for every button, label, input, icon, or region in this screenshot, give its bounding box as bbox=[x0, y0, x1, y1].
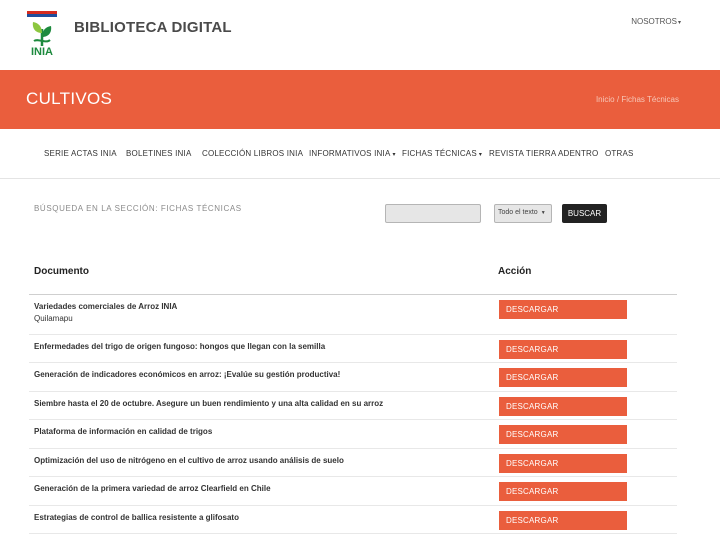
nav-item-coleccion-libros[interactable]: COLECCIÓN LIBROS INIA bbox=[202, 149, 303, 158]
download-button[interactable]: DESCARGAR bbox=[499, 425, 627, 444]
nav-item-serie-actas[interactable]: SERIE ACTAS INIA bbox=[44, 149, 117, 158]
nosotros-label: NOSOTROS bbox=[631, 17, 677, 26]
section-banner: CULTIVOS Inicio / Fichas Técnicas bbox=[0, 70, 720, 129]
document-title[interactable]: Optimización del uso de nitrógeno en el … bbox=[34, 456, 344, 465]
page-title: CULTIVOS bbox=[26, 89, 113, 108]
top-header: INIA BIBLIOTECA DIGITAL NOSOTROS▾ bbox=[0, 0, 720, 70]
download-button[interactable]: DESCARGAR bbox=[499, 511, 627, 530]
chevron-down-icon: ▾ bbox=[392, 152, 396, 158]
flag-stripe-blue bbox=[27, 14, 57, 17]
nav-item-fichas-tecnicas[interactable]: FICHAS TÉCNICAS ▾ bbox=[402, 149, 482, 158]
table-row: Plataforma de información en calidad de … bbox=[29, 420, 677, 449]
search-scope-value: Todo el texto bbox=[498, 209, 538, 216]
nav-item-label: COLECCIÓN LIBROS INIA bbox=[202, 149, 304, 158]
logo-text: INIA bbox=[31, 46, 53, 58]
chevron-down-icon: ▼ bbox=[540, 210, 546, 216]
download-button[interactable]: DESCARGAR bbox=[499, 482, 627, 501]
nav-item-label: SERIE ACTAS INIA bbox=[44, 149, 117, 158]
breadcrumb: Inicio / Fichas Técnicas bbox=[596, 95, 679, 104]
main-nav: SERIE ACTAS INIA BOLETINES INIA COLECCIÓ… bbox=[0, 130, 720, 179]
breadcrumb-current: Fichas Técnicas bbox=[621, 95, 679, 104]
search-button[interactable]: BUSCAR bbox=[562, 204, 607, 223]
document-title[interactable]: Enfermedades del trigo de origen fungoso… bbox=[34, 342, 325, 351]
document-subtitle: Quilamapu bbox=[34, 314, 73, 323]
table-row: Generación de indicadores económicos en … bbox=[29, 363, 677, 392]
table-row: Estrategias de control de ballica resist… bbox=[29, 506, 677, 534]
download-button[interactable]: DESCARGAR bbox=[499, 454, 627, 473]
table-row: Optimización del uso de nitrógeno en el … bbox=[29, 449, 677, 477]
document-title[interactable]: Siembre hasta el 20 de octubre. Asegure … bbox=[34, 399, 383, 408]
nav-item-otras[interactable]: OTRAS bbox=[605, 149, 634, 158]
chevron-down-icon: ▾ bbox=[677, 20, 681, 26]
search-input[interactable] bbox=[385, 204, 481, 223]
nav-item-revista-tierra-adentro[interactable]: REVISTA TIERRA ADENTRO bbox=[489, 149, 598, 158]
nav-item-label: INFORMATIVOS INIA bbox=[309, 149, 391, 158]
search-scope-select[interactable]: Todo el texto ▼ bbox=[494, 204, 552, 223]
download-button[interactable]: DESCARGAR bbox=[499, 397, 627, 416]
nav-item-label: FICHAS TÉCNICAS bbox=[402, 149, 477, 158]
table-row: Variedades comerciales de Arroz INIA Qui… bbox=[29, 295, 677, 335]
download-button[interactable]: DESCARGAR bbox=[499, 300, 627, 319]
nosotros-menu[interactable]: NOSOTROS▾ bbox=[631, 17, 681, 26]
site-title[interactable]: BIBLIOTECA DIGITAL bbox=[74, 19, 232, 36]
sprout-logo-icon bbox=[32, 22, 52, 47]
document-title[interactable]: Variedades comerciales de Arroz INIA bbox=[34, 302, 177, 311]
nav-item-label: REVISTA TIERRA ADENTRO bbox=[489, 149, 599, 158]
table-row: Siembre hasta el 20 de octubre. Asegure … bbox=[29, 392, 677, 420]
nav-item-label: BOLETINES INIA bbox=[126, 149, 192, 158]
document-title[interactable]: Estrategias de control de ballica resist… bbox=[34, 513, 239, 522]
nav-item-label: OTRAS bbox=[605, 149, 634, 158]
chevron-down-icon: ▾ bbox=[478, 152, 483, 158]
nav-item-boletines[interactable]: BOLETINES INIA bbox=[126, 149, 191, 158]
breadcrumb-home-link[interactable]: Inicio bbox=[596, 95, 615, 104]
download-button[interactable]: DESCARGAR bbox=[499, 340, 627, 359]
table-row: Enfermedades del trigo de origen fungoso… bbox=[29, 335, 677, 363]
column-header-action: Acción bbox=[498, 266, 532, 277]
document-title[interactable]: Plataforma de información en calidad de … bbox=[34, 427, 212, 436]
breadcrumb-separator: / bbox=[616, 95, 620, 104]
column-header-document: Documento bbox=[34, 266, 89, 277]
nav-item-informativos[interactable]: INFORMATIVOS INIA ▾ bbox=[309, 149, 396, 158]
document-title[interactable]: Generación de la primera variedad de arr… bbox=[34, 484, 271, 493]
search-section-label: BÚSQUEDA EN LA SECCIÓN: FICHAS TÉCNICAS bbox=[34, 204, 242, 213]
document-title[interactable]: Generación de indicadores económicos en … bbox=[34, 370, 340, 379]
download-button[interactable]: DESCARGAR bbox=[499, 368, 627, 387]
inia-logo[interactable]: INIA bbox=[27, 11, 57, 59]
table-row: Generación de la primera variedad de arr… bbox=[29, 477, 677, 506]
